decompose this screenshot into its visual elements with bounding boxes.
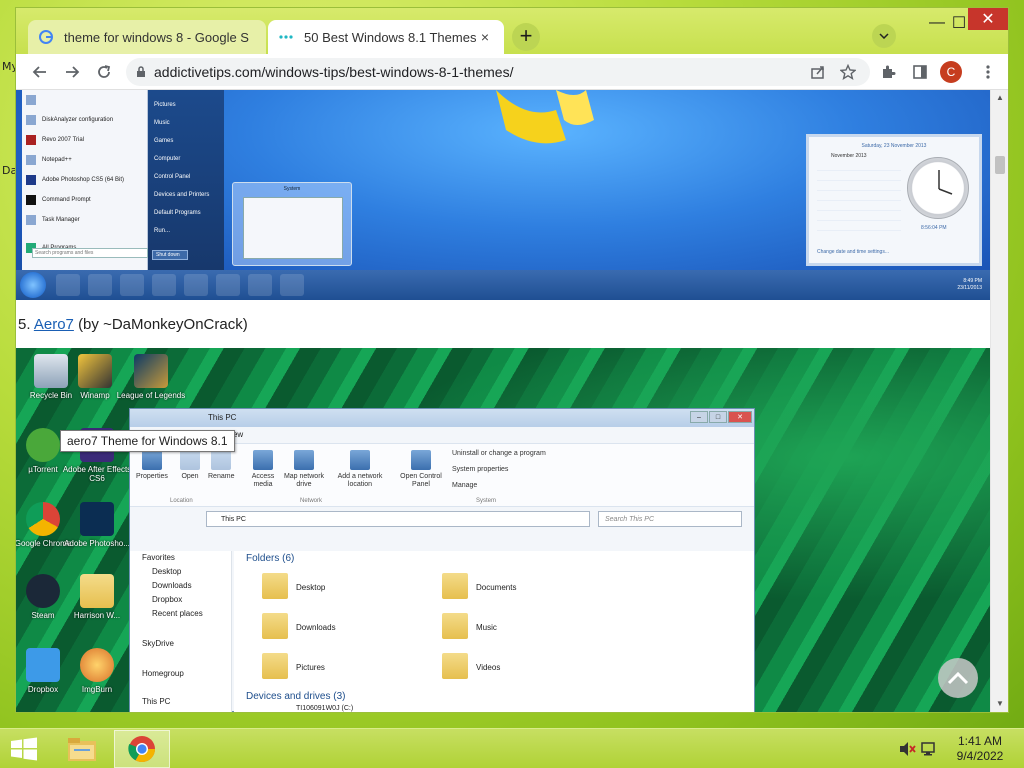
harrison-folder-icon: Harrison W... bbox=[62, 574, 132, 620]
scroll-down-arrow[interactable]: ▼ bbox=[991, 696, 1009, 712]
tab-google-search[interactable]: theme for windows 8 - Google S bbox=[28, 20, 266, 54]
chevron-up-icon bbox=[947, 671, 969, 685]
volume-muted-icon[interactable] bbox=[898, 741, 916, 757]
reload-button[interactable] bbox=[92, 60, 116, 84]
page-content: DiskAnalyzer configuration Revo 2007 Tri… bbox=[16, 90, 990, 712]
lock-icon bbox=[137, 66, 145, 77]
chevron-down-icon bbox=[879, 33, 889, 39]
tab-search-button[interactable] bbox=[872, 24, 896, 48]
more-vertical-icon bbox=[986, 65, 990, 79]
scroll-to-top-button[interactable] bbox=[938, 658, 978, 698]
arrow-right-icon bbox=[66, 66, 80, 78]
side-panel-icon bbox=[913, 65, 927, 79]
star-icon bbox=[840, 64, 856, 80]
windows-taskbar: 1:41 AM 9/4/2022 bbox=[0, 728, 1024, 768]
tab-strip: theme for windows 8 - Google S 50 Best W… bbox=[16, 8, 1008, 54]
calendar-clock-gadget: Saturday, 23 November 2013 November 2013… bbox=[806, 134, 982, 266]
scroll-up-arrow[interactable]: ▲ bbox=[991, 90, 1009, 106]
reload-icon bbox=[98, 65, 111, 78]
address-url: addictivetips.com/windows-tips/best-wind… bbox=[154, 64, 514, 80]
site-icon bbox=[278, 29, 294, 45]
profile-avatar[interactable]: C bbox=[940, 61, 962, 83]
start-search-box: Search programs and files bbox=[32, 248, 148, 258]
start-menu-programs: DiskAnalyzer configuration Revo 2007 Tri… bbox=[22, 90, 148, 270]
folder-icon bbox=[68, 738, 96, 761]
article-image-win7: DiskAnalyzer configuration Revo 2007 Tri… bbox=[16, 90, 990, 300]
chrome-icon bbox=[128, 736, 156, 763]
address-bar[interactable]: addictivetips.com/windows-tips/best-wind… bbox=[126, 58, 870, 86]
google-icon bbox=[38, 29, 54, 45]
article-image-aero7[interactable]: Recycle Bin Winamp League of Legends µTo… bbox=[16, 348, 990, 712]
tab-title: 50 Best Windows 8.1 Themes bbox=[304, 29, 476, 45]
taskbar-file-explorer[interactable] bbox=[54, 730, 110, 768]
browser-toolbar: addictivetips.com/windows-tips/best-wind… bbox=[16, 54, 1008, 90]
windows-logo-icon bbox=[11, 737, 37, 761]
page-scrollbar[interactable]: ▲ ▼ bbox=[990, 90, 1008, 712]
forward-button[interactable] bbox=[60, 60, 84, 84]
desktop-icon-fragment[interactable]: Da bbox=[2, 164, 17, 177]
taskbar-clock[interactable]: 1:41 AM 9/4/2022 bbox=[944, 734, 1016, 764]
theme-caption: 5. Aero7 (by ~DaMonkeyOnCrack) bbox=[18, 316, 248, 333]
browser-window: theme for windows 8 - Google S 50 Best W… bbox=[16, 8, 1008, 712]
image-tooltip: aero7 Theme for Windows 8.1 bbox=[60, 430, 235, 452]
taskbar-chrome[interactable] bbox=[114, 730, 170, 768]
analog-clock-icon bbox=[907, 157, 969, 219]
tab-title: theme for windows 8 - Google S bbox=[64, 29, 249, 45]
close-window-button[interactable]: ✕ bbox=[968, 8, 1008, 30]
shutdown-button-image: Shut down bbox=[152, 250, 188, 260]
arrow-left-icon bbox=[32, 66, 46, 78]
aero7-link[interactable]: Aero7 bbox=[34, 316, 74, 333]
win7-start-orb-icon bbox=[20, 272, 46, 298]
extensions-button[interactable] bbox=[876, 60, 900, 84]
tab-best-themes[interactable]: 50 Best Windows 8.1 Themes × bbox=[268, 20, 504, 54]
new-tab-button[interactable]: + bbox=[512, 23, 540, 51]
network-icon[interactable] bbox=[920, 741, 938, 757]
windows-logo-icon bbox=[496, 90, 594, 144]
photoshop-icon: Adobe Photosho... bbox=[62, 502, 132, 548]
back-button[interactable] bbox=[28, 60, 52, 84]
menu-button[interactable] bbox=[976, 60, 1000, 84]
imgburn-icon: ImgBurn bbox=[62, 648, 132, 694]
side-panel-button[interactable] bbox=[908, 60, 932, 84]
bookmark-button[interactable] bbox=[836, 60, 860, 84]
start-button[interactable] bbox=[10, 737, 38, 761]
puzzle-icon bbox=[883, 65, 896, 78]
win7-taskbar-image: 8:49 PM 23/11/2013 bbox=[16, 270, 990, 300]
tab-close-icon[interactable]: × bbox=[476, 29, 494, 45]
taskbar-thumbnail-preview: System bbox=[232, 182, 352, 266]
share-icon bbox=[811, 66, 824, 79]
share-button[interactable] bbox=[806, 60, 830, 84]
league-of-legends-icon: League of Legends bbox=[116, 354, 186, 400]
explorer-window-image: This PC – □ ✕ View Properties Open Rename … bbox=[129, 408, 755, 712]
start-menu-right: Pictures Music Games Computer Control Pa… bbox=[148, 90, 224, 270]
scroll-thumb[interactable] bbox=[995, 156, 1005, 174]
